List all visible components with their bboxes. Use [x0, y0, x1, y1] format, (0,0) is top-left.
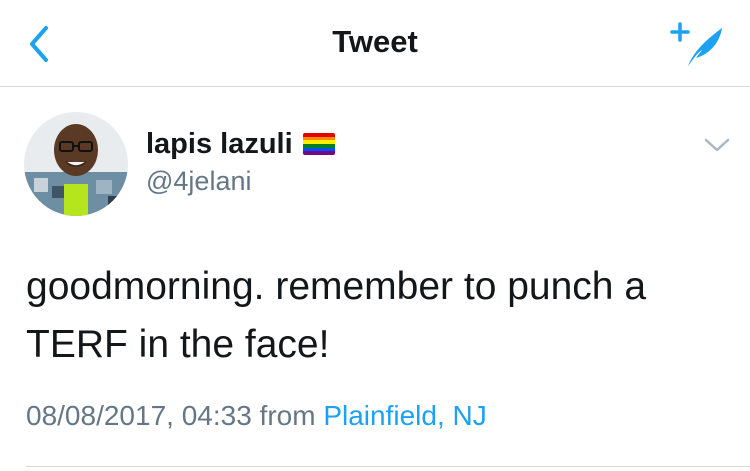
author-name-row: lapis lazuli	[146, 126, 335, 162]
rainbow-flag-emoji	[302, 133, 335, 155]
user-handle[interactable]: @4jelani	[146, 166, 251, 197]
divider	[26, 466, 750, 467]
tweet-metadata: 08/08/2017, 04:33 from Plainfield, NJ	[26, 400, 487, 432]
chevron-down-icon	[704, 138, 730, 152]
compose-tweet-button[interactable]	[668, 20, 728, 70]
avatar-photo	[24, 112, 128, 216]
display-name[interactable]: lapis lazuli	[146, 128, 293, 161]
tweet-timestamp: 08/08/2017, 04:33	[26, 400, 252, 431]
nav-bar: Tweet	[0, 0, 750, 87]
tweet-location-link[interactable]: Plainfield, NJ	[323, 400, 486, 431]
tweet-options-button[interactable]	[702, 134, 732, 156]
avatar[interactable]	[24, 112, 128, 216]
flag-stripe-purple	[302, 151, 335, 155]
tweet-text: goodmorning. remember to punch a TERF in…	[26, 265, 647, 366]
from-label: from	[259, 400, 316, 431]
compose-quill-icon	[670, 22, 722, 66]
nav-title: Tweet	[332, 24, 418, 59]
